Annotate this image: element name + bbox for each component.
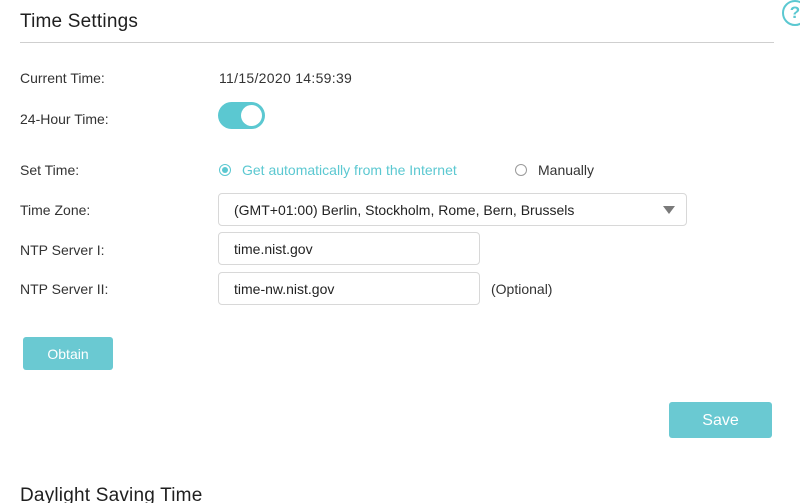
obtain-button[interactable]: Obtain: [23, 337, 113, 370]
ntp-server-2-input[interactable]: [218, 272, 480, 305]
time-settings-page: Time Settings ? Current Time: 11/15/2020…: [0, 0, 800, 503]
set-time-manual-label: Manually: [538, 162, 595, 178]
set-time-auto-radio[interactable]: Get automatically from the Internet: [219, 162, 457, 178]
optional-note: (Optional): [491, 281, 553, 297]
title-divider: [20, 42, 774, 43]
ntp-server-1-input[interactable]: [218, 232, 480, 265]
hour-24-label: 24-Hour Time:: [20, 111, 109, 127]
set-time-label: Set Time:: [20, 162, 80, 178]
radio-unchecked-icon: [515, 164, 527, 176]
daylight-saving-title: Daylight Saving Time: [20, 485, 203, 503]
help-icon[interactable]: ?: [782, 0, 800, 26]
ntp-server-2-label: NTP Server II:: [20, 281, 109, 297]
time-zone-label: Time Zone:: [20, 202, 91, 218]
current-time-value: 11/15/2020 14:59:39: [219, 70, 353, 86]
page-title: Time Settings: [20, 11, 139, 32]
ntp-server-1-label: NTP Server I:: [20, 242, 105, 258]
current-time-label: Current Time:: [20, 70, 105, 86]
caret-down-icon: [663, 206, 675, 214]
set-time-auto-label: Get automatically from the Internet: [242, 162, 457, 178]
toggle-knob: [241, 105, 262, 126]
radio-checked-icon: [219, 164, 231, 176]
set-time-manual-radio[interactable]: Manually: [515, 162, 594, 178]
save-button[interactable]: Save: [669, 402, 772, 438]
time-zone-select[interactable]: (GMT+01:00) Berlin, Stockholm, Rome, Ber…: [218, 193, 687, 226]
hour-24-toggle[interactable]: [218, 102, 265, 129]
time-zone-value: (GMT+01:00) Berlin, Stockholm, Rome, Ber…: [234, 202, 575, 218]
